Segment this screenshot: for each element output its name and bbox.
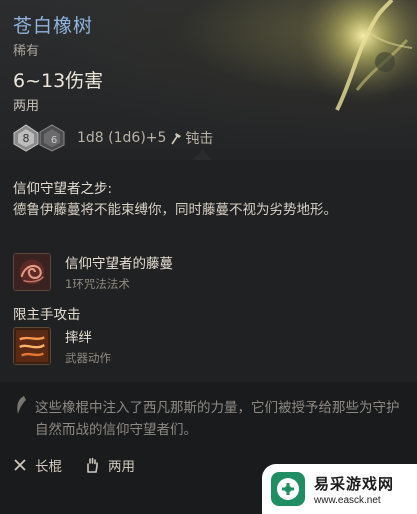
item-handedness: 两用 <box>13 99 40 114</box>
bludgeoning-icon <box>171 133 182 145</box>
ability-name: 摔绊 <box>65 330 92 346</box>
ability-name: 信仰守望者的藤蔓 <box>65 256 173 272</box>
d8-die-value: 8 <box>23 132 30 145</box>
item-rarity: 稀有 <box>13 44 40 59</box>
damage-type: 钝击 <box>185 131 214 147</box>
tooltip-header: 苍白橡树 稀有 6~13伤害 两用 8 6 1d8 (1d6)+5 钝击 <box>0 0 417 160</box>
d8-die-icon: 8 <box>13 124 39 152</box>
weapon-type-tag: 长棍 <box>13 455 62 475</box>
item-tooltip: 苍白橡树 稀有 6~13伤害 两用 8 6 1d8 (1d6)+5 钝击 信仰守… <box>0 0 417 514</box>
site-watermark: 易采游戏网 www.easck.net <box>262 464 417 514</box>
feature-description: 德鲁伊藤蔓将不能束缚你，同时藤蔓不视为劣势地形。 <box>13 202 337 218</box>
damage-dice-text: 1d8 (1d6)+5 钝击 <box>77 128 213 148</box>
item-damage: 6~13伤害 <box>13 70 104 92</box>
dice-formula: 1d8 (1d6)+5 <box>77 130 167 146</box>
main-hand-label: 限主手攻击 <box>13 307 81 323</box>
ability-subtitle: 1环咒法法术 <box>65 277 130 291</box>
watermark-logo-icon <box>271 472 305 506</box>
feature-title: 信仰守望者之步: <box>13 181 113 197</box>
ability-topple[interactable]: 摔绊 武器动作 <box>13 324 111 368</box>
d6-die-value: 6 <box>51 135 57 146</box>
item-properties: 长棍 两用 <box>13 455 157 475</box>
vine-spell-icon <box>13 253 51 291</box>
hand-type-label: 两用 <box>108 459 135 475</box>
d6-die-icon: 6 <box>39 124 65 152</box>
crossed-staff-icon <box>14 459 26 471</box>
hand-type-tag: 两用 <box>84 455 135 475</box>
topple-action-icon <box>13 327 51 365</box>
quill-icon <box>17 396 26 414</box>
tooltip-body: 信仰守望者之步: 德鲁伊藤蔓将不能束缚你，同时藤蔓不视为劣势地形。 信仰守望者的… <box>0 160 417 382</box>
item-art-glow <box>297 0 417 120</box>
damage-dice-row: 8 6 1d8 (1d6)+5 钝击 <box>13 121 213 155</box>
item-name: 苍白橡树 <box>13 15 94 37</box>
ability-vine-spell[interactable]: 信仰守望者的藤蔓 1环咒法法术 <box>13 250 173 294</box>
watermark-name: 易采游戏网 <box>314 474 395 493</box>
lore-text: 这些橡棍中注入了西凡那斯的力量，它们被授予给那些为守护自然而战的信仰守望者们。 <box>35 400 400 438</box>
ability-subtitle: 武器动作 <box>65 351 111 365</box>
hand-icon <box>87 457 98 473</box>
watermark-url: www.easck.net <box>314 494 381 506</box>
weapon-type-label: 长棍 <box>35 459 62 475</box>
